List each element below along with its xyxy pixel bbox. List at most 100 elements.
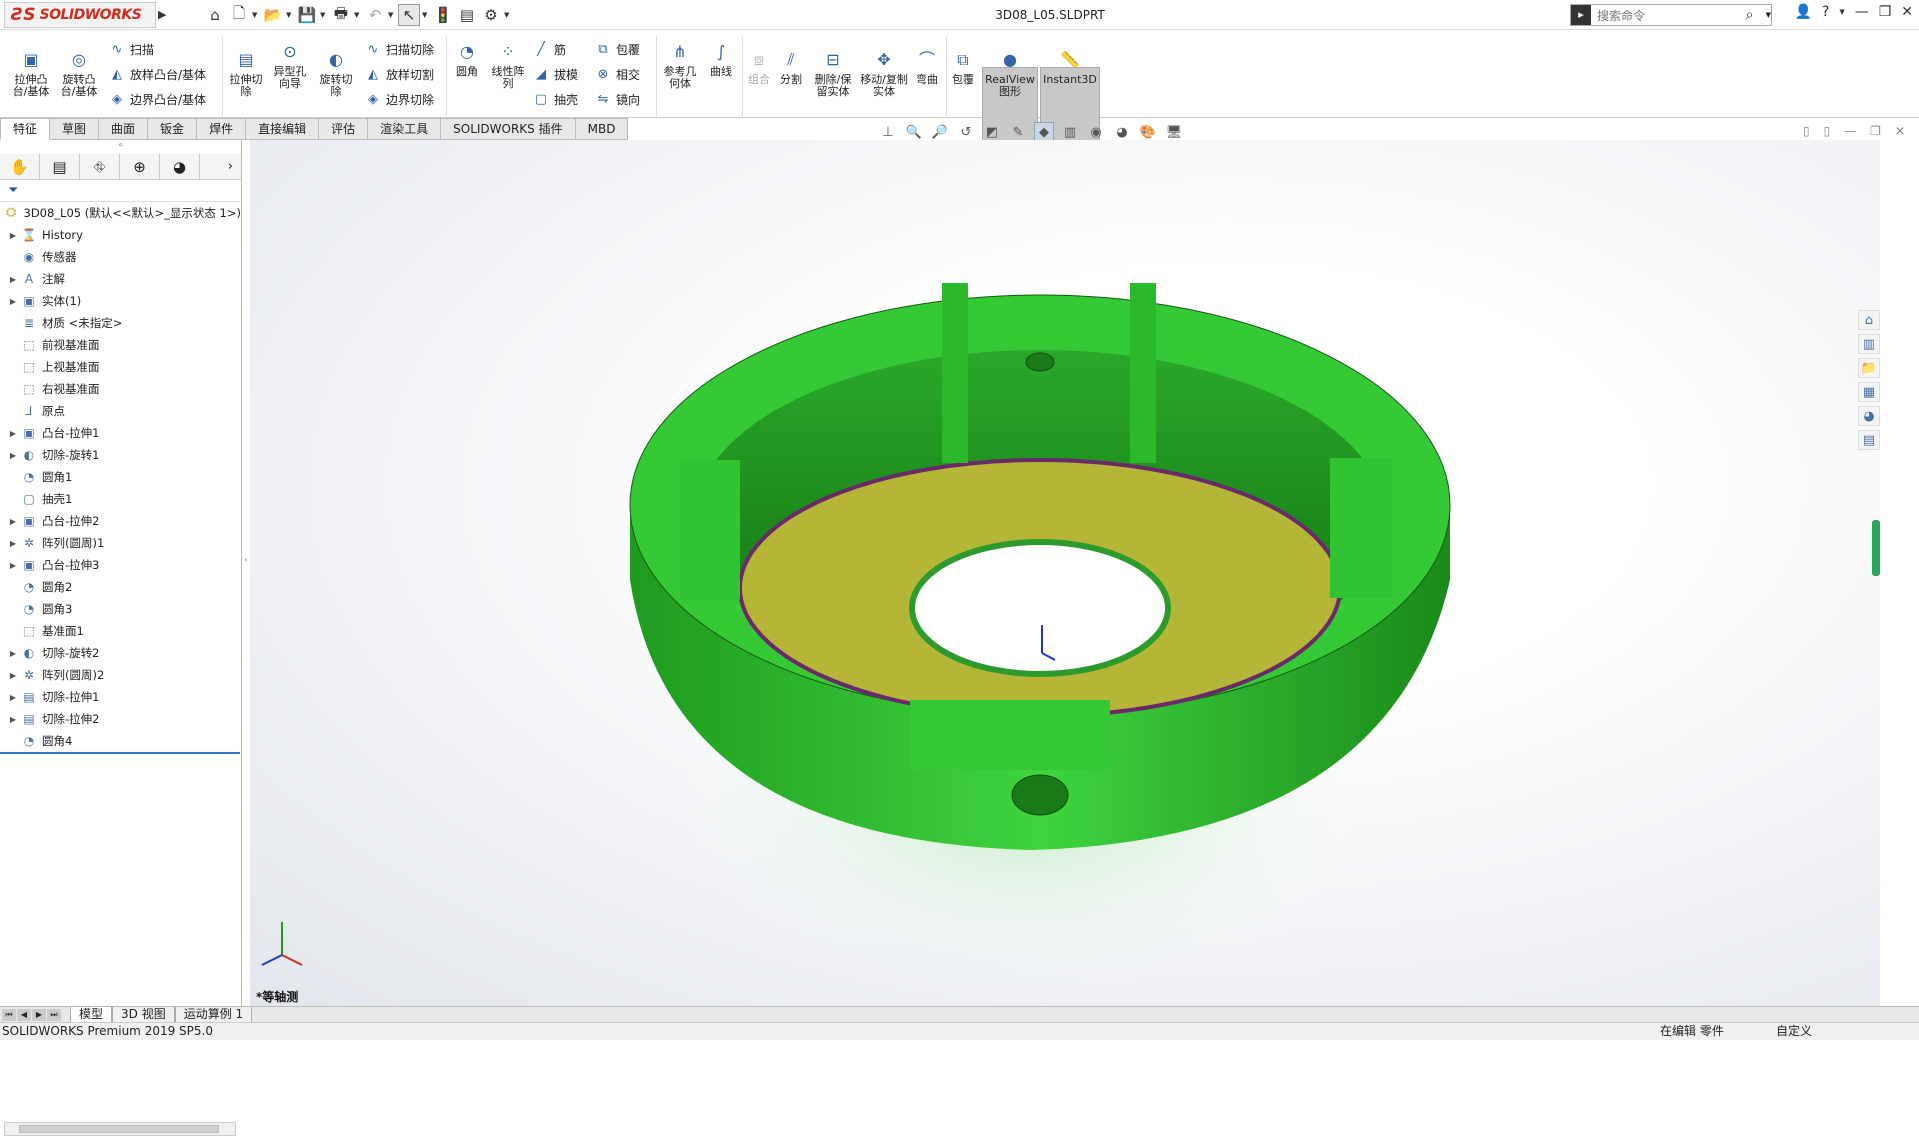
select-pointer-icon[interactable]: ↖ — [398, 4, 420, 26]
filter-icon[interactable]: ⏷ — [0, 180, 241, 202]
edit-appearance-icon[interactable]: ◕ — [1112, 122, 1132, 142]
property-manager-tab-icon[interactable]: ▤ — [40, 154, 80, 180]
close-icon[interactable]: ✕ — [1901, 4, 1913, 20]
view-orientation-icon[interactable]: ◆ — [1034, 122, 1054, 142]
search-input[interactable]: 搜索命令 — [1591, 7, 1746, 24]
tree-item[interactable]: ▶ ▤ 切除-拉伸1 — [0, 686, 241, 708]
curves-button[interactable]: ∫ 曲线 — [704, 40, 738, 78]
help-dropdown-icon[interactable]: ▼ — [1839, 8, 1844, 16]
tree-item[interactable]: ▶ ◐ 切除-旋转1 — [0, 444, 241, 466]
display-manager-tab-icon[interactable]: ◕ — [160, 154, 200, 180]
menu-expand-icon[interactable]: ▶ — [158, 4, 170, 26]
tile-left-icon[interactable]: ▯ — [1803, 124, 1810, 138]
restore-icon[interactable]: ❐ — [1879, 4, 1892, 20]
design-library-icon[interactable]: ▥ — [1858, 334, 1880, 354]
graphics-area[interactable]: ⌂ ▥ 📁 ▦ ◕ ▤ — [250, 140, 1880, 1006]
new-document-icon[interactable]: 🗋 — [228, 4, 250, 26]
tree-item[interactable]: ◔ 圆角3 — [0, 598, 241, 620]
view-normal-icon[interactable]: ⊥ — [878, 122, 898, 142]
tab-direct-editing[interactable]: 直接编辑 — [246, 118, 320, 140]
next-tab-icon[interactable]: ▶ — [32, 1008, 46, 1021]
revolved-cut-button[interactable]: ◐ 旋转切除 — [316, 48, 356, 98]
expand-arrow-icon[interactable]: ▶ — [6, 517, 20, 526]
save-icon[interactable]: 💾 — [296, 4, 318, 26]
tab-solidworks-addins[interactable]: SOLIDWORKS 插件 — [441, 118, 576, 140]
tab-motion-study[interactable]: 运动算例 1 — [174, 1006, 253, 1023]
rib-button[interactable]: ╱ 筋 — [532, 40, 566, 58]
linear-pattern-button[interactable]: ⁘ 线性阵列 — [488, 40, 528, 90]
tree-item[interactable]: ▶ ▤ 切除-拉伸2 — [0, 708, 241, 730]
expand-arrow-icon[interactable]: ▶ — [6, 539, 20, 548]
boss-extrude-button[interactable]: ▣ 拉伸凸台/基体 — [10, 48, 52, 98]
expand-arrow-icon[interactable]: ▶ — [6, 297, 20, 306]
tree-item[interactable]: ⬚ 基准面1 — [0, 620, 241, 642]
magnifier-icon[interactable]: ⌕ — [1746, 7, 1766, 23]
tab-sheet-metal[interactable]: 钣金 — [148, 118, 198, 140]
tree-item[interactable]: ▶ ◐ 切除-旋转2 — [0, 642, 241, 664]
tree-item[interactable]: ▶ A 注解 — [0, 268, 241, 290]
loft-boss-button[interactable]: ◭ 放样凸台/基体 — [108, 65, 206, 83]
lofted-cut-button[interactable]: ◭ 放样切割 — [364, 65, 434, 83]
tree-item[interactable]: ⬚ 前视基准面 — [0, 334, 241, 356]
viewport-close-icon[interactable]: ✕ — [1895, 124, 1905, 138]
intersect-button[interactable]: ⊗ 相交 — [594, 65, 640, 83]
reference-geometry-button[interactable]: ⋔ 参考几何体 — [660, 40, 700, 90]
expand-arrow-icon[interactable]: ▶ — [6, 671, 20, 680]
last-tab-icon[interactable]: ⏭ — [47, 1008, 61, 1021]
display-style-icon[interactable]: ▥ — [1060, 122, 1080, 142]
sweep-button[interactable]: ∿ 扫描 — [108, 40, 154, 58]
file-properties-icon[interactable]: ▤ — [456, 4, 478, 26]
dimxpert-tab-icon[interactable]: ⊕ — [120, 154, 160, 180]
revolve-boss-button[interactable]: ◎ 旋转凸台/基体 — [58, 48, 100, 98]
tile-right-icon[interactable]: ▯ — [1824, 124, 1831, 138]
open-dropdown-icon[interactable]: ▼ — [286, 11, 294, 19]
tree-item[interactable]: ▶ ✲ 阵列(圆周)2 — [0, 664, 241, 686]
tab-mbd[interactable]: MBD — [575, 118, 629, 140]
wrap-button[interactable]: ⧉ 包覆 — [594, 40, 640, 58]
tab-render-tools[interactable]: 渲染工具 — [368, 118, 442, 140]
tree-item[interactable]: ⬚ 右视基准面 — [0, 378, 241, 400]
search-box[interactable]: ▸ 搜索命令 ⌕ ▼ — [1570, 4, 1772, 26]
previous-view-icon[interactable]: ↺ — [956, 122, 976, 142]
print-icon[interactable]: 🖶 — [330, 4, 352, 26]
zoom-to-fit-icon[interactable]: 🔍 — [904, 122, 924, 142]
expand-arrow-icon[interactable]: ▶ — [6, 693, 20, 702]
tree-item[interactable]: ▶ ⌛ History — [0, 224, 241, 246]
tree-item[interactable]: ◔ 圆角1 — [0, 466, 241, 488]
tree-horizontal-scrollbar[interactable] — [4, 1122, 236, 1136]
mirror-button[interactable]: ⇋ 镜向 — [594, 90, 640, 108]
feature-manager-tab-icon[interactable]: ✋ — [0, 154, 40, 180]
tab-surfaces[interactable]: 曲面 — [99, 118, 149, 140]
tree-item[interactable]: ◔ 圆角4 — [0, 730, 241, 752]
flex-button[interactable]: ⌒ 弯曲 — [912, 48, 942, 86]
file-explorer-icon[interactable]: 📁 — [1858, 358, 1880, 378]
save-dropdown-icon[interactable]: ▼ — [320, 11, 328, 19]
tree-item[interactable]: ▶ ▣ 实体(1) — [0, 290, 241, 312]
options-gear-icon[interactable]: ⚙ — [480, 4, 502, 26]
expand-arrow-icon[interactable]: ▶ — [6, 231, 20, 240]
apply-scene-icon[interactable]: 🎨 — [1138, 122, 1158, 142]
expand-arrow-icon[interactable]: ▶ — [6, 649, 20, 658]
minimize-icon[interactable]: — — [1855, 4, 1869, 20]
tree-item[interactable]: ⬚ 上视基准面 — [0, 356, 241, 378]
boundary-boss-button[interactable]: ◈ 边界凸台/基体 — [108, 90, 206, 108]
part-model-render[interactable] — [250, 140, 1880, 1006]
view-settings-icon[interactable]: 🖥 — [1164, 122, 1184, 142]
move-copy-body-button[interactable]: ✥ 移动/复制实体 — [860, 48, 908, 98]
print-dropdown-icon[interactable]: ▼ — [354, 11, 362, 19]
tree-item[interactable]: ▶ ▣ 凸台-拉伸2 — [0, 510, 241, 532]
swept-cut-button[interactable]: ∿ 扫描切除 — [364, 40, 434, 58]
viewport-restore-icon[interactable]: ❐ — [1870, 124, 1881, 138]
expand-arrow-icon[interactable]: ▶ — [6, 451, 20, 460]
tab-model[interactable]: 模型 — [70, 1006, 113, 1023]
tab-sketch[interactable]: 草图 — [50, 118, 100, 140]
expand-arrow-icon[interactable]: ▶ — [6, 429, 20, 438]
extruded-cut-button[interactable]: ▤ 拉伸切除 — [226, 48, 266, 98]
combine-button[interactable]: ⧈ 组合 — [744, 48, 774, 86]
search-dropdown-icon[interactable]: ▼ — [1766, 11, 1771, 19]
panel-splitter[interactable]: ‹ — [242, 540, 250, 580]
tree-item[interactable]: ▶ ▣ 凸台-拉伸3 — [0, 554, 241, 576]
section-view-icon[interactable]: ◩ — [982, 122, 1002, 142]
tree-item[interactable]: ≣ 材质 <未指定> — [0, 312, 241, 334]
undo-dropdown-icon[interactable]: ▼ — [388, 11, 396, 19]
